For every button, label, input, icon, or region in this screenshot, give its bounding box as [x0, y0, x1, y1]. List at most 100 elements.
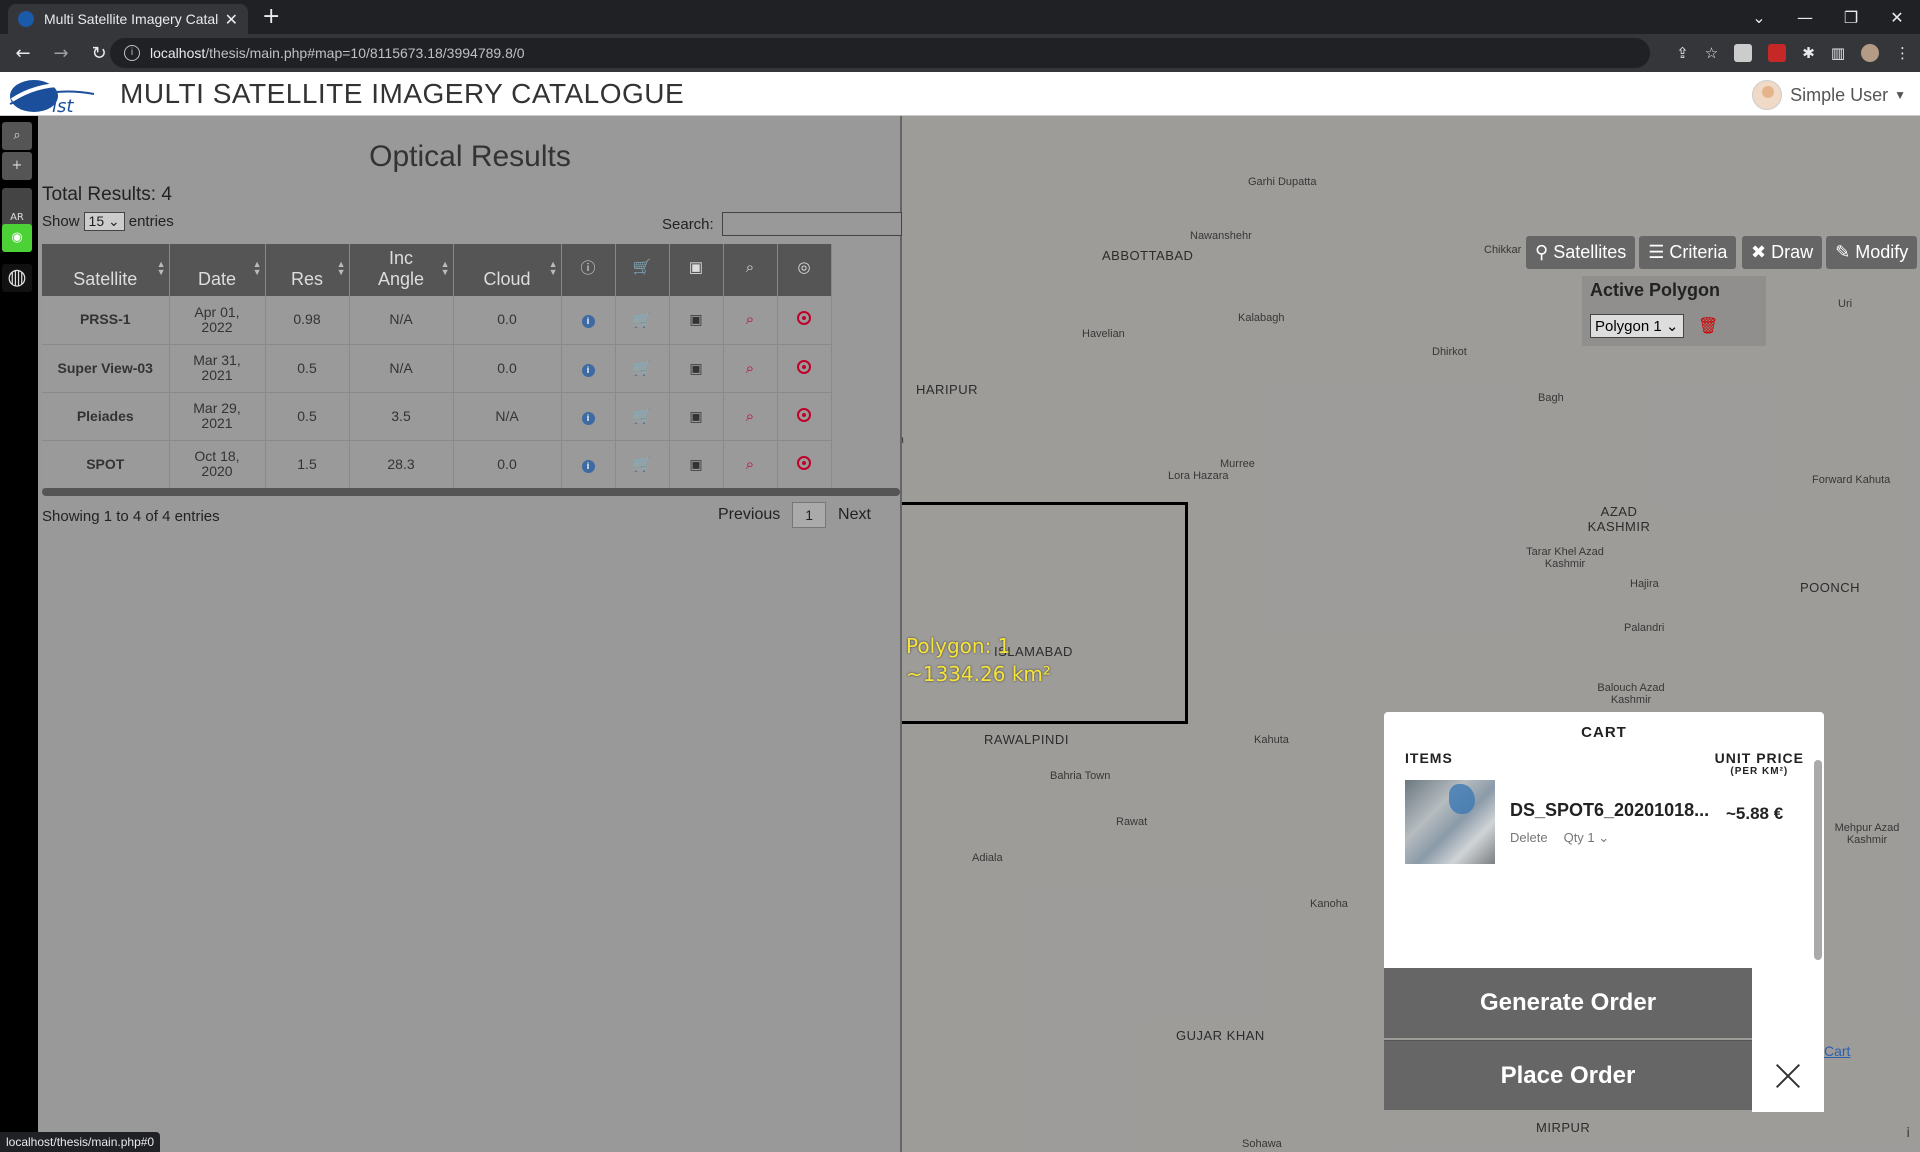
criteria-button[interactable]: ☰ Criteria [1639, 236, 1737, 269]
url-field[interactable]: i localhost/thesis/main.php#map=10/81156… [110, 38, 1650, 68]
map-attribution-info-icon[interactable]: i [1906, 1126, 1910, 1141]
cart-scrollbar[interactable] [1814, 760, 1822, 960]
draw-button[interactable]: ✖ Draw [1742, 236, 1823, 269]
window-controls: ⌄ — ❐ ✕ [1736, 0, 1920, 34]
map-search-icon[interactable]: ⌕ [2, 122, 32, 150]
bookmark-star-icon[interactable]: ☆ [1705, 44, 1718, 62]
entries-select[interactable]: 15 ⌄ [83, 212, 125, 231]
entries-label: entries [128, 213, 174, 230]
close-icon[interactable] [1774, 1062, 1802, 1090]
table-search: Search: [662, 212, 902, 236]
trash-icon[interactable]: 🗑 [1698, 316, 1718, 335]
share-icon[interactable]: ⇪ [1676, 44, 1689, 62]
preview-image-icon[interactable]: ▣ [689, 311, 702, 327]
forward-icon[interactable]: → [46, 43, 76, 64]
table-row[interactable]: SPOT Oct 18, 2020 1.5 28.3 0.0 i 🛒 ▣ ⌕ [42, 440, 832, 489]
search-input[interactable] [721, 212, 902, 236]
info-icon-cell: i [561, 392, 616, 441]
site-favicon-icon [18, 11, 34, 27]
info-icon[interactable]: i [581, 315, 595, 329]
add-to-cart-icon[interactable]: 🛒 [633, 360, 652, 377]
unit-price-sub: (PER KM²) [1730, 766, 1789, 777]
quantity-value: Qty 1 [1563, 830, 1595, 845]
polygon-select[interactable]: Polygon 1 ⌄ [1590, 314, 1684, 338]
page-button[interactable]: 1 [792, 502, 827, 528]
preview-image-icon-cell: ▣ [669, 392, 724, 441]
info-icon-cell: i [561, 296, 616, 345]
extension-red-icon[interactable] [1768, 44, 1787, 62]
next-button[interactable]: Next [838, 506, 871, 524]
table-horizontal-scrollbar[interactable] [42, 488, 900, 496]
delete-item-button[interactable]: Delete [1510, 830, 1548, 846]
sliders-icon: ☰ [1648, 242, 1670, 262]
add-to-cart-icon[interactable]: 🛒 [633, 312, 652, 329]
zoom-to-icon[interactable]: ⌕ [746, 311, 754, 328]
quantity-select[interactable]: Qty 1 ⌄ [1564, 830, 1610, 846]
generate-order-button[interactable]: Generate Order [1384, 968, 1752, 1038]
restore-icon[interactable]: ❐ [1828, 8, 1874, 27]
zoom-to-icon[interactable]: ⌕ [746, 408, 754, 425]
zoom-in-icon[interactable]: + [2, 152, 32, 180]
column-header[interactable]: Cloud ▲ ▼ [453, 244, 562, 296]
profile-avatar-icon[interactable] [1861, 44, 1879, 62]
footprint-target-icon[interactable] [797, 359, 811, 374]
window-close-icon[interactable]: ✕ [1874, 8, 1920, 27]
add-to-cart-icon[interactable]: 🛒 [633, 456, 652, 473]
cell-satellite: Super View-03 [42, 344, 170, 393]
pagination: Previous 1 Next [718, 502, 871, 528]
extensions-puzzle-icon[interactable]: ✱ [1802, 44, 1815, 62]
table-row[interactable]: Super View-03 Mar 31, 2021 0.5 N/A 0.0 i 🛒 ▣ ⌕ [42, 344, 832, 393]
footprint-target-icon[interactable] [797, 455, 811, 470]
add-to-cart-icon[interactable]: 🛒 [633, 408, 652, 425]
minimize-icon[interactable]: — [1782, 8, 1828, 27]
user-menu[interactable]: Simple User ▼ [1752, 80, 1906, 110]
info-icon-cell: i [561, 440, 616, 489]
column-header-zoom-icon: ⌕ [723, 244, 778, 296]
globe-icon[interactable]: ◍ [2, 264, 32, 292]
column-header[interactable]: Inc Angle ▲ ▼ [349, 244, 454, 296]
column-header-label: Date [197, 269, 237, 289]
active-polygon-label: Active Polygon [1590, 280, 1721, 300]
add-to-cart-icon-cell: 🛒 [615, 344, 670, 393]
preview-image-icon[interactable]: ▣ [689, 456, 702, 472]
polygon-select-value: Polygon 1 [1595, 318, 1662, 335]
table-row[interactable]: PRSS-1 Apr 01, 2022 0.98 N/A 0.0 i 🛒 ▣ ⌕ [42, 296, 832, 345]
info-icon[interactable]: i [581, 459, 595, 473]
info-icon[interactable]: i [581, 363, 595, 377]
column-header-target-icon: ◎ [777, 244, 832, 296]
place-order-button[interactable]: Place Order [1384, 1040, 1752, 1110]
tab-search-icon[interactable]: ⌄ [1736, 8, 1782, 27]
preview-image-icon[interactable]: ▣ [689, 360, 702, 376]
side-panel-icon[interactable]: ▥ [1831, 44, 1845, 62]
table-header-row: Satellite ▲ ▼ Date ▲ ▼ Res ▲ ▼ Inc Angle ▲ ▼ Cloud ▲ ▼… [42, 244, 832, 296]
browser-tab[interactable]: Multi Satellite Imagery Catalogue ✕ [8, 4, 248, 34]
cart-close-area [1752, 968, 1824, 1112]
cart-link[interactable]: Cart [1824, 1043, 1850, 1059]
satellites-button[interactable]: ⚲ Satellites [1526, 236, 1636, 269]
modify-button[interactable]: ✎ Modify [1826, 236, 1918, 269]
column-header[interactable]: Res ▲ ▼ [265, 244, 350, 296]
browser-menu-icon[interactable]: ⋮ [1895, 44, 1910, 62]
site-info-icon[interactable]: i [124, 45, 140, 61]
column-header-info-icon: ⓘ [561, 244, 616, 296]
cell-inc: 3.5 [349, 392, 454, 441]
column-header[interactable]: Satellite ▲ ▼ [42, 244, 170, 296]
footprint-target-icon[interactable] [797, 407, 811, 422]
footprint-target-icon[interactable] [797, 311, 811, 326]
polygon-shape[interactable] [898, 502, 1188, 724]
new-tab-icon[interactable]: + [262, 4, 280, 29]
camera-icon[interactable]: ◉ [2, 224, 32, 252]
zoom-to-icon[interactable]: ⌕ [746, 360, 754, 377]
results-title: Optical Results [369, 140, 571, 173]
column-header[interactable]: Date ▲ ▼ [169, 244, 266, 296]
previous-button[interactable]: Previous [718, 506, 780, 524]
cell-date: Oct 18, 2020 [169, 440, 266, 489]
table-row[interactable]: Pleiades Mar 29, 2021 0.5 3.5 N/A i 🛒 ▣ ⌕ [42, 392, 832, 441]
preview-image-icon[interactable]: ▣ [689, 408, 702, 424]
back-icon[interactable]: ← [8, 43, 38, 64]
extension-icon[interactable] [1734, 44, 1753, 62]
zoom-to-icon[interactable]: ⌕ [746, 456, 754, 473]
cell-satellite: PRSS-1 [42, 296, 170, 345]
info-icon[interactable]: i [581, 411, 595, 425]
tab-close-icon[interactable]: ✕ [225, 10, 238, 29]
